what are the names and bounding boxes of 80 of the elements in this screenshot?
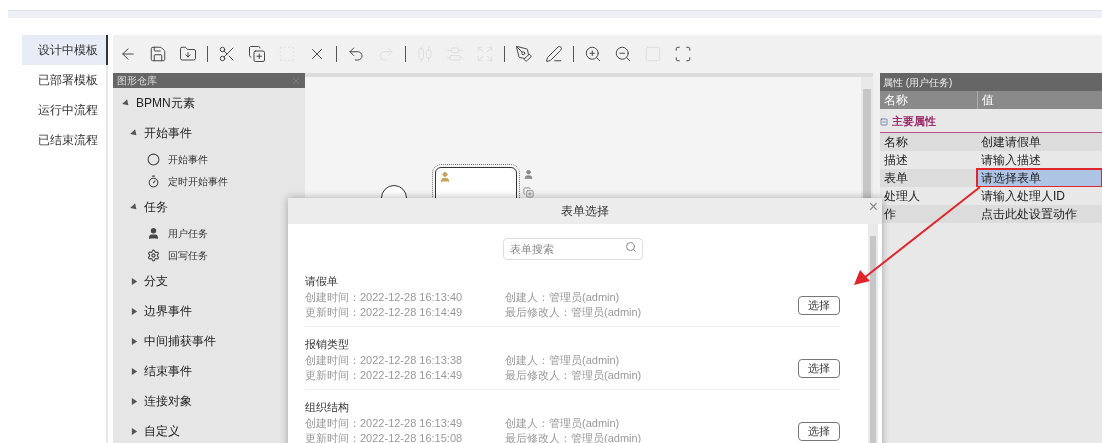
triangle-icon[interactable] [131, 307, 138, 315]
modifier-text: 最后修改人：管理员(admin) [505, 368, 643, 383]
created-time: 创建时间：2022-12-28 16:13:49 [305, 416, 464, 431]
scissors-icon [218, 45, 236, 63]
form-name: 请假单 [305, 274, 339, 289]
property-value[interactable]: 请输入描述 [977, 151, 1102, 169]
section-title: 主要属性 [892, 114, 936, 130]
triangle-icon[interactable] [131, 277, 138, 285]
timer-icon [147, 174, 160, 188]
user-icon [147, 226, 160, 240]
undo-icon [347, 45, 365, 63]
save-icon [149, 45, 167, 63]
palette-item[interactable]: 定时开始事件 [168, 173, 228, 189]
updated-time: 更新时间：2022-12-28 16:14:49 [305, 305, 464, 320]
search-icon [624, 241, 637, 253]
creator-text: 创建人：管理员(admin) [505, 353, 621, 368]
nav-item[interactable]: 设计中模板 [22, 35, 108, 65]
nav-item[interactable]: 运行中流程 [22, 95, 106, 125]
copy-plus-icon [248, 45, 266, 63]
folder-download-icon [179, 45, 197, 63]
toolbar-button[interactable] [543, 43, 565, 65]
palette-group[interactable]: 开始事件 [144, 124, 192, 142]
nav-item[interactable]: 已结束流程 [22, 125, 106, 155]
zoom-out-icon [614, 45, 632, 63]
pen-icon [545, 45, 563, 63]
palette-item[interactable]: 用户任务 [168, 225, 208, 241]
property-name: 作 [883, 206, 897, 223]
column-header: 值 [981, 92, 994, 109]
column-header: 名称 [880, 91, 978, 109]
palette-item[interactable]: 开始事件 [168, 151, 208, 167]
circle-icon [147, 152, 160, 166]
palette-group[interactable]: 任务 [144, 198, 168, 216]
panel-title: 属性 (用户任务) [883, 75, 953, 90]
palette-group[interactable]: 边界事件 [144, 302, 192, 320]
form-name: 报销类型 [305, 337, 350, 352]
palette-group[interactable]: 中间捕获事件 [144, 332, 216, 350]
toolbar-button[interactable] [246, 43, 268, 65]
creator-text: 创建人：管理员(admin) [505, 416, 621, 431]
property-value[interactable]: 点击此处设置动作 [977, 205, 1102, 223]
property-name: 表单 [883, 170, 909, 187]
palette-group[interactable]: 结束事件 [144, 362, 192, 380]
property-value[interactable]: 创建请假单 [977, 133, 1102, 151]
updated-time: 更新时间：2022-12-28 16:14:49 [305, 368, 464, 383]
property-value[interactable]: 请选择表单 [977, 169, 1102, 187]
property-name: 名称 [883, 134, 909, 151]
updated-time: 更新时间：2022-12-28 16:15:08 [305, 431, 464, 443]
pen-icon [515, 45, 533, 63]
search-field[interactable]: 表单搜索 [502, 238, 643, 260]
gear-icon [147, 248, 160, 262]
modifier-text: 最后修改人：管理员(admin) [505, 305, 643, 320]
triangle-icon[interactable] [131, 367, 138, 375]
zoom-in-icon [584, 45, 602, 63]
user-icon [439, 171, 451, 183]
palette-group[interactable]: 连接对象 [144, 392, 192, 410]
scrollbar[interactable] [868, 224, 878, 443]
select-button[interactable]: 选择 [798, 421, 840, 441]
creator-text: 创建人：管理员(admin) [505, 290, 621, 305]
toolbar-button[interactable] [513, 43, 535, 65]
form-name: 组织结构 [305, 400, 350, 415]
triangle-icon[interactable] [131, 397, 138, 405]
nav-item[interactable]: 已部署模板 [22, 65, 106, 95]
property-name: 处理人 [883, 188, 921, 205]
palette-group[interactable]: BPMN元素 [136, 94, 195, 112]
select-button[interactable]: 选择 [798, 358, 840, 378]
palette-item[interactable]: 回写任务 [168, 247, 208, 263]
copy-plus-icon [523, 187, 534, 198]
fit-screen-icon [674, 45, 692, 63]
created-time: 创建时间：2022-12-28 16:13:38 [305, 353, 464, 368]
select-button[interactable]: 选择 [798, 295, 840, 315]
property-value[interactable]: 请输入处理人ID [977, 187, 1102, 205]
user-icon [523, 169, 534, 180]
property-name: 描述 [883, 152, 909, 169]
palette-group[interactable]: 分支 [144, 272, 168, 290]
panel-title: 图形仓库 [117, 74, 157, 88]
triangle-icon[interactable] [131, 337, 138, 345]
scrollbar-thumb[interactable] [870, 236, 876, 443]
palette-group[interactable]: 自定义 [144, 422, 180, 440]
created-time: 创建时间：2022-12-28 16:13:40 [305, 290, 464, 305]
triangle-icon[interactable] [131, 427, 138, 435]
dialog-title: 表单选择 [561, 203, 609, 220]
